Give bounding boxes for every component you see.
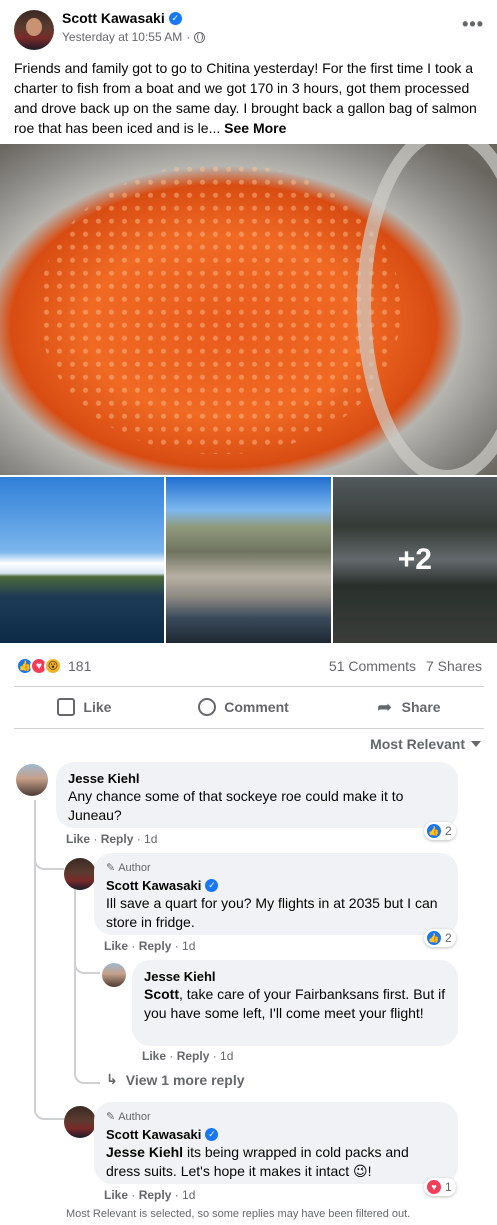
comment-button[interactable]: Comment [198,694,289,720]
post-timestamp-row: Yesterday at 10:55 AM · [62,30,206,44]
thread-line [74,886,76,1071]
photo-lake[interactable] [0,477,165,643]
post-stats: 👍 ♥ 😮 181 51 Comments 7 Shares [16,656,482,676]
love-reaction-icon: ♥ [426,1179,442,1195]
reply-bubble: ✎ Author Scott Kawasaki ✓ Ill save a qua… [94,853,458,935]
author-badge: ✎ Author [106,862,151,874]
comment-meta: Like · Reply · 1d [66,832,158,846]
reply-like-link[interactable]: Like [142,1049,166,1063]
like-reaction-icon: 👍 [426,930,442,946]
thread-line [34,800,36,1112]
comment-reply-link[interactable]: Reply [101,832,134,846]
comment-author[interactable]: Scott Kawasaki [106,1126,201,1143]
comment-filter-dropdown[interactable]: Most Relevant [370,736,481,752]
thread-connector [34,850,64,870]
author-badge: ✎ Author [106,1111,151,1123]
comment-bubble: Jesse Kiehl Any chance some of that sock… [56,762,458,828]
share-button[interactable]: ➦ Share [376,694,440,720]
comment-time[interactable]: 1d [182,1188,195,1202]
mention-link[interactable]: Jesse Kiehl [106,1144,183,1160]
reply-arrow-icon: ↳ [106,1071,118,1087]
mention-link[interactable]: Scott [144,986,179,1002]
commenter-avatar[interactable] [64,1106,96,1138]
reply-meta: Like · Reply · 1d [104,939,196,953]
post-actions: Like Comment ➦ Share [14,694,484,720]
reply-author[interactable]: Scott Kawasaki [106,877,201,894]
comment-author[interactable]: Jesse Kiehl [68,770,446,787]
divider [14,728,484,729]
comment-meta: Like · Reply · 1d [104,1188,196,1202]
commenter-avatar[interactable] [102,963,126,987]
comments-count[interactable]: 51 Comments [329,658,416,674]
more-horizontal-icon[interactable]: ••• [462,14,484,35]
filter-notice: Most Relevant is selected, so some repli… [66,1208,411,1220]
comment-text: Jesse Kiehl its being wrapped in cold pa… [106,1144,409,1179]
pencil-icon: ✎ [106,1111,116,1123]
comment-like-link[interactable]: Like [66,832,90,846]
share-icon: ➦ [377,697,393,717]
more-photos-count[interactable]: +2 [332,477,497,643]
post-timestamp[interactable]: Yesterday at 10:55 AM [62,30,182,44]
comment-reaction-badge[interactable]: 👍 2 [424,822,456,840]
comment-like-link[interactable]: Like [104,1188,128,1202]
chevron-down-icon [471,741,481,747]
divider [14,686,484,687]
author-name[interactable]: Scott Kawasaki [62,10,165,26]
pencil-icon: ✎ [106,862,116,874]
reply-time[interactable]: 1d [220,1049,233,1063]
comment-time[interactable]: 1d [144,832,157,846]
globe-icon [194,31,206,43]
reply-author[interactable]: Jesse Kiehl [144,968,446,985]
wow-reaction-icon: 😮 [44,657,62,675]
like-button[interactable]: Like [57,694,111,720]
verified-badge-icon: ✓ [205,879,219,892]
comment-icon [198,698,217,716]
reply-reaction-badge[interactable]: 👍 2 [424,929,456,947]
comment-reaction-badge[interactable]: ♥ 1 [424,1178,456,1196]
commenter-avatar[interactable] [64,858,96,890]
post-text: Friends and family got to go to Chitina … [14,58,484,138]
verified-badge-icon: ✓ [205,1128,219,1141]
reaction-count[interactable]: 181 [68,658,91,674]
comment-reply-link[interactable]: Reply [139,1188,172,1202]
comment-text: Any chance some of that sockeye roe coul… [68,788,404,823]
reply-reply-link[interactable]: Reply [139,939,172,953]
photo-boat-fishing[interactable]: +2 [332,477,497,643]
reply-bubble: Jesse Kiehl Scott, take care of your Fai… [132,960,458,1046]
view-more-replies-button[interactable]: ↳ View 1 more reply [106,1071,245,1088]
thread-connector [74,1050,100,1084]
shares-count[interactable]: 7 Shares [426,658,482,674]
post-header: Scott Kawasaki ✓ Yesterday at 10:55 AM ·… [14,8,484,52]
thread-connector [74,960,100,974]
reply-time[interactable]: 1d [182,939,195,953]
commenter-avatar[interactable] [16,764,48,796]
see-more-link[interactable]: See More [224,120,286,136]
thread-connector [34,1100,64,1120]
like-reaction-icon: 👍 [426,823,442,839]
reply-text: Scott, take care of your Fairbanksans fi… [144,986,446,1021]
verified-badge-icon: ✓ [168,11,182,25]
reply-meta: Like · Reply · 1d [142,1049,234,1063]
reply-like-link[interactable]: Like [104,939,128,953]
main-photo-salmon-roe[interactable] [0,144,497,475]
author-avatar[interactable] [14,10,54,50]
reaction-summary[interactable]: 👍 ♥ 😮 181 [16,657,91,675]
comment-bubble: ✎ Author Scott Kawasaki ✓ Jesse Kiehl it… [94,1102,458,1184]
photo-thumbnails: +2 [0,477,497,643]
thumbs-up-icon [57,698,76,716]
reply-text: Ill save a quart for you? My flights in … [106,895,438,930]
photo-river-cliff[interactable] [166,477,331,643]
author-name-row: Scott Kawasaki ✓ [62,10,182,26]
reply-reply-link[interactable]: Reply [177,1049,210,1063]
